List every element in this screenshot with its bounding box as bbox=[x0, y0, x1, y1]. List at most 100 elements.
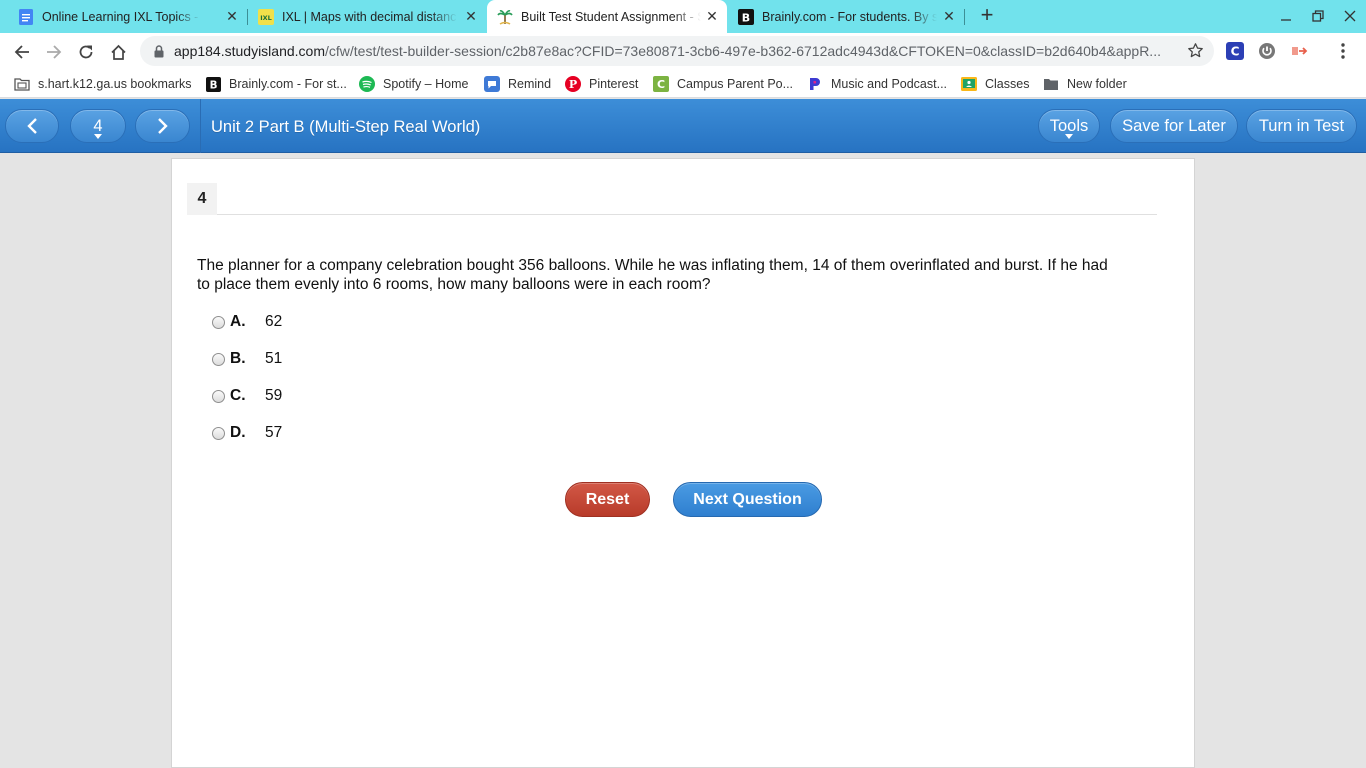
browser-tab-strip: Online Learning IXL Topics - Goo ✕ IXL I… bbox=[0, 0, 1366, 33]
google-docs-icon bbox=[18, 8, 34, 25]
pandora-icon bbox=[807, 76, 823, 92]
answer-choice-a[interactable]: A. 62 bbox=[212, 312, 282, 332]
answer-choice-c[interactable]: C. 59 bbox=[212, 386, 282, 406]
next-question-arrow-button[interactable] bbox=[135, 109, 190, 143]
bookmark-brainly[interactable]: B Brainly.com - For st... bbox=[205, 75, 347, 93]
tab-title: IXL | Maps with decimal distance bbox=[282, 9, 457, 24]
save-for-later-button[interactable]: Save for Later bbox=[1110, 109, 1238, 143]
bookmark-label: Campus Parent Po... bbox=[677, 77, 794, 91]
more-menu-icon[interactable] bbox=[1334, 42, 1352, 60]
choice-letter: C. bbox=[230, 387, 246, 404]
back-arrow-icon[interactable] bbox=[11, 41, 33, 63]
svg-text:B: B bbox=[209, 79, 217, 91]
pinterest-icon: P bbox=[565, 76, 581, 92]
bookmark-label: Spotify – Home bbox=[383, 77, 469, 91]
bookmark-classes[interactable]: Classes bbox=[961, 75, 1029, 93]
bookmark-star-icon[interactable] bbox=[1187, 42, 1204, 64]
power-icon[interactable] bbox=[1258, 42, 1276, 60]
bookmarks-folder-icon bbox=[14, 76, 30, 92]
radio-button[interactable] bbox=[212, 352, 225, 366]
bookmark-new-folder[interactable]: New folder bbox=[1043, 75, 1127, 93]
reset-button[interactable]: Reset bbox=[565, 482, 650, 517]
next-question-button[interactable]: Next Question bbox=[673, 482, 822, 517]
answer-choice-d[interactable]: D. 57 bbox=[212, 423, 282, 443]
tab-title: Built Test Student Assignment - S bbox=[521, 9, 701, 24]
svg-text:B: B bbox=[742, 11, 750, 24]
choice-letter: D. bbox=[230, 424, 246, 441]
bookmark-music-podcast[interactable]: Music and Podcast... bbox=[807, 75, 947, 93]
url-path: /cfw/test/test-builder-session/c2b87e8ac… bbox=[325, 43, 1161, 59]
question-card: 4 The planner for a company celebration … bbox=[171, 158, 1195, 768]
bookmark-hart[interactable]: s.hart.k12.ga.us bookmarks bbox=[14, 75, 192, 93]
new-tab-icon[interactable]: + bbox=[976, 4, 998, 27]
turn-in-label: Turn in Test bbox=[1258, 116, 1345, 135]
bookmark-label: Classes bbox=[985, 77, 1030, 91]
tab-ixl[interactable]: IXL IXL | Maps with decimal distance ✕ bbox=[248, 0, 486, 33]
reload-icon[interactable] bbox=[75, 41, 97, 63]
study-island-icon bbox=[497, 9, 513, 25]
tab-brainly[interactable]: B Brainly.com - For students. By st ✕ bbox=[728, 0, 964, 33]
assignment-title: Unit 2 Part B (Multi-Step Real World) bbox=[211, 118, 481, 136]
chevron-right-icon bbox=[157, 118, 168, 134]
chevron-down-icon bbox=[1065, 134, 1073, 139]
radio-button[interactable] bbox=[212, 389, 225, 403]
radio-button[interactable] bbox=[212, 315, 225, 329]
tab-separator bbox=[964, 9, 965, 25]
address-bar[interactable]: app184.studyisland.com/cfw/test/test-bui… bbox=[140, 36, 1214, 66]
bookmark-label: Music and Podcast... bbox=[831, 77, 948, 91]
header-divider bbox=[200, 99, 201, 153]
choice-letter: B. bbox=[230, 350, 246, 367]
bookmark-label: Remind bbox=[508, 77, 552, 91]
tab-close-icon[interactable]: ✕ bbox=[225, 9, 239, 23]
forward-arrow-icon[interactable] bbox=[43, 41, 65, 63]
question-selector-value: 4 bbox=[93, 116, 103, 135]
remind-icon bbox=[484, 76, 500, 92]
answer-choice-b[interactable]: B. 51 bbox=[212, 349, 282, 369]
svg-text:IXL: IXL bbox=[260, 14, 272, 22]
tab-close-icon[interactable]: ✕ bbox=[942, 9, 956, 23]
bookmark-label: Brainly.com - For st... bbox=[229, 77, 347, 91]
bookmark-spotify[interactable]: Spotify – Home bbox=[359, 75, 468, 93]
chevron-down-icon bbox=[94, 134, 102, 139]
minimize-icon[interactable] bbox=[1276, 6, 1296, 26]
tab-close-icon[interactable]: ✕ bbox=[464, 9, 478, 23]
turn-in-test-button[interactable]: Turn in Test bbox=[1246, 109, 1357, 143]
tab-study-island[interactable]: Built Test Student Assignment - S ✕ bbox=[487, 0, 727, 33]
url-text: app184.studyisland.com/cfw/test/test-bui… bbox=[174, 43, 1174, 59]
ixl-icon: IXL bbox=[258, 8, 274, 25]
question-number: 4 bbox=[187, 183, 217, 215]
assignment-header: 4 Unit 2 Part B (Multi-Step Real World) … bbox=[0, 99, 1366, 153]
brainly-icon: B bbox=[738, 8, 754, 25]
share-extension-icon[interactable] bbox=[1290, 42, 1308, 60]
tools-button[interactable]: Tools bbox=[1038, 109, 1100, 143]
bookmark-label: s.hart.k12.ga.us bookmarks bbox=[38, 77, 192, 91]
extension-c-icon[interactable]: C bbox=[1226, 42, 1244, 60]
radio-button[interactable] bbox=[212, 426, 225, 440]
brainly-icon: B bbox=[205, 76, 221, 92]
bookmark-pinterest[interactable]: P Pinterest bbox=[565, 75, 638, 93]
choice-letter: A. bbox=[230, 313, 246, 330]
tab-online-learning[interactable]: Online Learning IXL Topics - Goo ✕ bbox=[0, 0, 247, 33]
url-host: app184.studyisland.com bbox=[174, 43, 325, 59]
choice-value: 57 bbox=[265, 424, 283, 441]
question-number-bar: 4 bbox=[187, 183, 1157, 215]
question-selector[interactable]: 4 bbox=[70, 109, 126, 143]
save-label: Save for Later bbox=[1122, 116, 1226, 135]
classroom-icon bbox=[961, 76, 977, 92]
home-icon[interactable] bbox=[107, 41, 129, 63]
lock-icon bbox=[154, 44, 164, 58]
choice-value: 59 bbox=[265, 387, 283, 404]
tab-title: Brainly.com - For students. By st bbox=[762, 9, 937, 24]
choice-value: 62 bbox=[265, 313, 283, 330]
folder-icon bbox=[1043, 76, 1059, 92]
restore-icon[interactable] bbox=[1308, 6, 1328, 26]
tab-close-icon[interactable]: ✕ bbox=[705, 9, 719, 23]
bookmark-label: New folder bbox=[1067, 77, 1127, 91]
close-window-icon[interactable] bbox=[1340, 6, 1360, 26]
choice-value: 51 bbox=[265, 350, 283, 367]
bookmark-campus-parent[interactable]: C Campus Parent Po... bbox=[653, 75, 793, 93]
previous-question-button[interactable] bbox=[5, 109, 59, 143]
bookmark-remind[interactable]: Remind bbox=[484, 75, 551, 93]
bookmarks-bar: s.hart.k12.ga.us bookmarks B Brainly.com… bbox=[0, 70, 1366, 98]
chevron-left-icon bbox=[27, 118, 37, 134]
